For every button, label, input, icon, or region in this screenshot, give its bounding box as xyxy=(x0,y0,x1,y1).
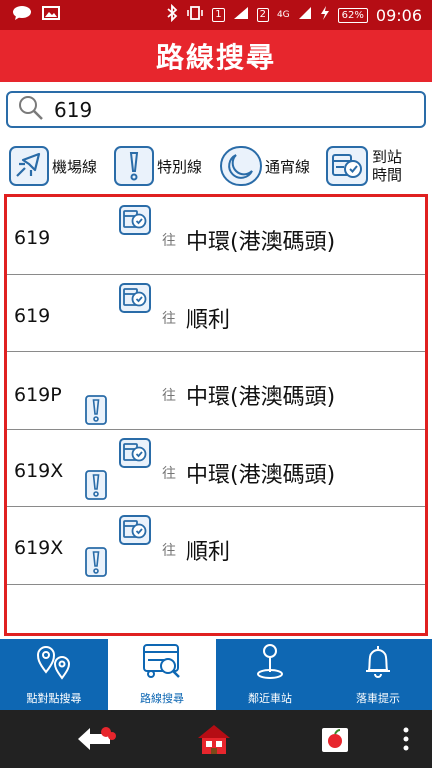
apple-app-icon[interactable] xyxy=(320,724,350,758)
filter-special[interactable]: 特別線 xyxy=(114,142,202,190)
route-number: 619 xyxy=(14,304,51,327)
filter-airport-label: 機場線 xyxy=(52,157,98,176)
schedule-icon xyxy=(119,282,151,313)
route-destination: 順利 xyxy=(186,540,231,565)
filter-airport[interactable]: 機場線 xyxy=(9,142,97,190)
more-options-icon[interactable] xyxy=(402,726,410,756)
charging-icon xyxy=(320,5,330,25)
route-number: 619P xyxy=(14,384,62,406)
route-row[interactable]: 619X 往 順利 xyxy=(7,507,425,585)
page-title: 路線搜尋 xyxy=(155,41,276,74)
bell-icon xyxy=(360,642,396,686)
schedule-icon xyxy=(119,205,151,235)
direction-word: 往 xyxy=(162,310,176,327)
signal1-icon xyxy=(233,6,249,24)
route-destination: 中環(港澳碼頭) xyxy=(186,462,336,488)
bus-clock-icon xyxy=(326,146,369,186)
route-destination: 中環(港澳碼頭) xyxy=(186,230,336,255)
route-row[interactable]: 619P 往 中環(港澳碼頭) xyxy=(7,352,425,430)
battery-indicator: 62% xyxy=(337,7,368,23)
tab-alight-reminder-label: 落車提示 xyxy=(356,692,400,705)
network-type: 4G xyxy=(276,10,290,20)
special-route-icon xyxy=(85,547,107,577)
route-destination: 順利 xyxy=(186,307,231,333)
tab-route-search-label: 路線搜尋 xyxy=(140,692,184,705)
tab-route-search[interactable]: 路線搜尋 xyxy=(108,639,216,710)
location-pin-icon xyxy=(250,642,290,686)
schedule-icon xyxy=(119,437,151,468)
special-route-icon xyxy=(85,395,107,425)
exclamation-icon xyxy=(114,146,155,186)
route-filter-bar: 機場線 特別線 通宵線 到站 時間 xyxy=(0,142,432,190)
direction-word: 往 xyxy=(162,543,176,559)
sim1-indicator: 1 xyxy=(212,8,225,22)
route-row[interactable]: 619 往 中環(港澳碼頭) xyxy=(7,197,425,275)
route-number: 619 xyxy=(14,227,51,249)
route-results-list: 619 往 中環(港澳碼頭) 619 往 順利 619P 往 中環(港澳碼頭) … xyxy=(4,194,428,636)
route-destination: 中環(港澳碼頭) xyxy=(186,385,336,410)
app-title-bar: 路線搜尋 xyxy=(0,30,432,82)
direction-word: 往 xyxy=(162,388,176,404)
vibrate-icon xyxy=(186,5,204,25)
filter-arrival-label: 到站 時間 xyxy=(372,148,402,184)
airplane-icon xyxy=(9,146,49,186)
tab-nearby-stops[interactable]: 鄰近車站 xyxy=(216,639,324,710)
direction-word: 往 xyxy=(162,233,176,249)
filter-special-label: 特別線 xyxy=(157,157,203,176)
route-number: 619X xyxy=(14,537,64,559)
clock: 09:06 xyxy=(375,5,422,25)
filter-arrival-time[interactable]: 到站 時間 xyxy=(326,142,402,190)
bottom-tab-bar: 點對點搜尋 路線搜尋 鄰近車站 落車提示 xyxy=(0,639,432,710)
system-nav-bar xyxy=(0,710,432,768)
filter-arrival-label-line1: 到站 xyxy=(372,148,403,166)
filter-overnight[interactable]: 通宵線 xyxy=(220,142,310,190)
home-icon[interactable] xyxy=(196,722,232,760)
signal2-icon xyxy=(298,6,312,24)
tab-point-to-point-label: 點對點搜尋 xyxy=(26,692,82,705)
tab-alight-reminder[interactable]: 落車提示 xyxy=(324,639,432,710)
direction-word: 往 xyxy=(162,465,176,482)
bluetooth-icon xyxy=(166,3,178,26)
special-route-icon xyxy=(85,469,107,500)
search-query[interactable]: 619 xyxy=(54,98,92,122)
sim2-indicator: 2 xyxy=(256,8,269,22)
tab-nearby-stops-label: 鄰近車站 xyxy=(248,692,292,705)
filter-arrival-label-line2: 時間 xyxy=(372,166,403,184)
schedule-icon xyxy=(119,515,151,545)
route-row[interactable]: 619 往 順利 xyxy=(7,275,425,352)
bus-search-icon xyxy=(138,642,186,686)
chat-notification-icon xyxy=(12,5,32,25)
tab-point-to-point[interactable]: 點對點搜尋 xyxy=(0,639,108,710)
back-icon[interactable] xyxy=(76,724,116,758)
moon-icon xyxy=(220,146,263,186)
image-notification-icon xyxy=(42,5,60,25)
route-number: 619X xyxy=(14,459,64,482)
map-pins-icon xyxy=(32,642,76,686)
filter-overnight-label: 通宵線 xyxy=(265,157,311,176)
search-icon xyxy=(18,95,44,125)
status-bar: 1 2 4G 62% 09:06 xyxy=(0,0,432,30)
route-search-input[interactable]: 619 xyxy=(6,91,426,128)
route-row[interactable]: 619X 往 中環(港澳碼頭) xyxy=(7,430,425,507)
